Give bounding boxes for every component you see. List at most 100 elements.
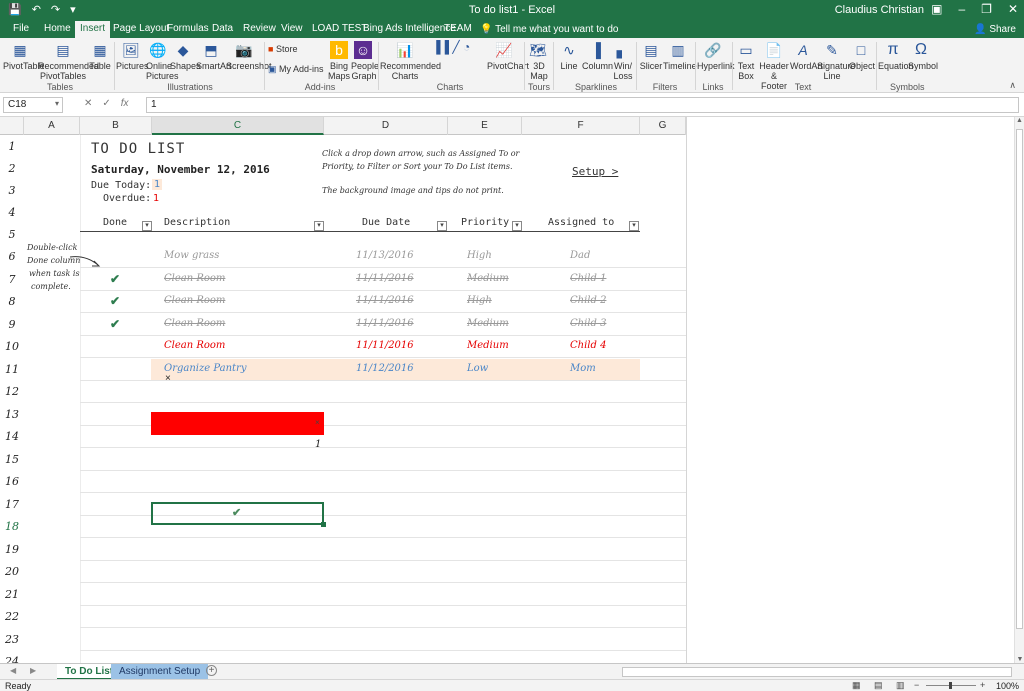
row-header-13[interactable]: 13 bbox=[0, 408, 24, 421]
task-assigned-cell[interactable]: Mom bbox=[570, 363, 596, 374]
cancel-icon[interactable]: ✕ bbox=[84, 98, 102, 109]
column-header-f[interactable]: F bbox=[522, 117, 640, 135]
task-priority-cell[interactable]: Medium bbox=[467, 340, 509, 351]
formula-input[interactable]: 1 bbox=[146, 97, 1019, 113]
task-priority-cell[interactable]: High bbox=[467, 295, 492, 306]
task-done-cell[interactable]: ✔ bbox=[110, 294, 120, 308]
tell-me-box[interactable]: 💡 Tell me what you want to do bbox=[480, 24, 618, 35]
pictures-button[interactable]: 🖼 Pictures bbox=[116, 41, 149, 71]
prev-sheet-icon[interactable]: ◀ bbox=[10, 666, 16, 675]
column-header-e[interactable]: E bbox=[448, 117, 522, 135]
tab-team[interactable]: TEAM bbox=[444, 23, 472, 34]
column-header-d[interactable]: D bbox=[324, 117, 448, 135]
filter-assigned-button[interactable]: ▾ bbox=[629, 221, 639, 231]
filter-due-date-button[interactable]: ▾ bbox=[437, 221, 447, 231]
task-due-cell[interactable]: 11/11/2016 bbox=[356, 318, 414, 329]
row-header-22[interactable]: 22 bbox=[0, 610, 24, 623]
tab-bing-ads[interactable]: Bing Ads Intelligence bbox=[363, 23, 456, 34]
row-header-11[interactable]: 11 bbox=[0, 363, 24, 376]
column-header-b[interactable]: B bbox=[80, 117, 152, 135]
timeline-button[interactable]: ▥ Timeline bbox=[663, 41, 697, 71]
sheet-tab-assignment-setup[interactable]: Assignment Setup bbox=[111, 664, 209, 680]
recommended-charts-button[interactable]: 📊 Recommended Charts bbox=[380, 41, 441, 81]
task-due-cell[interactable]: 11/12/2016 bbox=[356, 363, 414, 374]
task-due-cell[interactable]: 11/13/2016 bbox=[356, 250, 414, 261]
row-header-9[interactable]: 9 bbox=[0, 318, 24, 331]
row-header-15[interactable]: 15 bbox=[0, 453, 24, 466]
zoom-out-icon[interactable]: − bbox=[914, 680, 919, 690]
task-due-cell[interactable]: 11/11/2016 bbox=[356, 273, 414, 284]
task-description-cell[interactable]: Organize Pantry bbox=[164, 363, 246, 374]
filter-description-button[interactable]: ▾ bbox=[314, 221, 324, 231]
name-box[interactable]: C18 bbox=[3, 97, 63, 113]
fill-handle[interactable] bbox=[321, 522, 326, 527]
cell-c12-mark[interactable]: × bbox=[165, 373, 171, 384]
new-sheet-icon[interactable]: + bbox=[206, 665, 217, 676]
task-priority-cell[interactable]: Medium bbox=[467, 318, 509, 329]
row-header-18[interactable]: 18 bbox=[0, 520, 24, 533]
enter-icon[interactable]: ✓ bbox=[102, 98, 120, 109]
task-description-cell[interactable]: Mow grass bbox=[164, 250, 219, 261]
shapes-button[interactable]: ◆ Shapes bbox=[170, 41, 201, 71]
task-priority-cell[interactable]: High bbox=[467, 250, 492, 261]
row-header-17[interactable]: 17 bbox=[0, 498, 24, 511]
scroll-down-icon[interactable]: ▼ bbox=[1015, 656, 1024, 663]
row-header-3[interactable]: 3 bbox=[0, 184, 24, 197]
scroll-up-icon[interactable]: ▲ bbox=[1015, 117, 1024, 124]
chart-type-gallery[interactable]: ▐▐ ╱ ◔ bbox=[432, 41, 482, 53]
screenshot-button[interactable]: 📷 Screenshot bbox=[226, 41, 272, 71]
filter-done-button[interactable]: ▾ bbox=[142, 221, 152, 231]
row-header-23[interactable]: 23 bbox=[0, 633, 24, 646]
slicer-button[interactable]: ▤ Slicer bbox=[639, 41, 663, 71]
store-button[interactable]: ■ Store bbox=[268, 44, 298, 54]
row-header-7[interactable]: 7 bbox=[0, 273, 24, 286]
zoom-level[interactable]: 100% bbox=[996, 681, 1019, 691]
tab-review[interactable]: Review bbox=[243, 23, 276, 34]
my-addins-button[interactable]: ▣ My Add-ins bbox=[268, 64, 324, 74]
column-header-a[interactable]: A bbox=[24, 117, 80, 135]
close-icon[interactable]: ✕ bbox=[1008, 2, 1018, 16]
task-assigned-cell[interactable]: Child 2 bbox=[570, 295, 606, 306]
row-header-16[interactable]: 16 bbox=[0, 475, 24, 488]
normal-view-icon[interactable]: ▦ bbox=[852, 680, 861, 691]
select-all-corner[interactable] bbox=[0, 117, 24, 135]
tab-view[interactable]: View bbox=[281, 23, 303, 34]
filter-priority-button[interactable]: ▾ bbox=[512, 221, 522, 231]
task-due-cell[interactable]: 11/11/2016 bbox=[356, 295, 414, 306]
cell-c14-red-fill[interactable] bbox=[151, 412, 324, 435]
hyperlink-button[interactable]: 🔗 Hyperlink bbox=[697, 41, 735, 71]
wordart-button[interactable]: A WordArt bbox=[790, 41, 823, 71]
row-header-12[interactable]: 12 bbox=[0, 385, 24, 398]
zoom-slider-thumb[interactable] bbox=[949, 682, 952, 689]
row-header-4[interactable]: 4 bbox=[0, 206, 24, 219]
task-description-cell[interactable]: Clean Room bbox=[164, 295, 225, 306]
header-footer-button[interactable]: 📄 Header & Footer bbox=[758, 41, 790, 91]
tab-data[interactable]: Data bbox=[212, 23, 233, 34]
column-header-g[interactable]: G bbox=[640, 117, 686, 135]
row-header-14[interactable]: 14 bbox=[0, 430, 24, 443]
bing-maps-button[interactable]: b Bing Maps bbox=[328, 41, 350, 81]
row-header-19[interactable]: 19 bbox=[0, 543, 24, 556]
tab-formulas[interactable]: Formulas bbox=[167, 23, 209, 34]
tab-page-layout[interactable]: Page Layout bbox=[113, 23, 169, 34]
horizontal-scrollbar[interactable] bbox=[622, 667, 1012, 677]
task-priority-cell[interactable]: Medium bbox=[467, 273, 509, 284]
recommended-pivottables-button[interactable]: ▤ Recommended PivotTables bbox=[38, 41, 99, 81]
row-header-21[interactable]: 21 bbox=[0, 588, 24, 601]
task-assigned-cell[interactable]: Child 4 bbox=[570, 340, 606, 351]
minimize-icon[interactable]: – bbox=[958, 2, 965, 16]
share-button[interactable]: 👤 Share bbox=[974, 24, 1016, 35]
sparkline-column-button[interactable]: ▐ Column bbox=[582, 41, 613, 71]
task-assigned-cell[interactable]: Child 3 bbox=[570, 318, 606, 329]
page-layout-view-icon[interactable]: ▤ bbox=[874, 680, 883, 691]
task-description-cell[interactable]: Clean Room bbox=[164, 273, 225, 284]
smartart-button[interactable]: ⬒ SmartArt bbox=[196, 41, 232, 71]
row-header-20[interactable]: 20 bbox=[0, 565, 24, 578]
task-done-cell[interactable]: ✔ bbox=[110, 317, 120, 331]
restore-icon[interactable]: ❐ bbox=[981, 2, 992, 16]
online-pictures-button[interactable]: 🌐 Online Pictures bbox=[146, 41, 179, 81]
row-header-6[interactable]: 6 bbox=[0, 250, 24, 263]
tab-load-test[interactable]: LOAD TEST bbox=[312, 23, 367, 34]
cell-d15-value[interactable]: 1 bbox=[315, 439, 321, 450]
task-done-cell[interactable]: ✔ bbox=[110, 272, 120, 286]
